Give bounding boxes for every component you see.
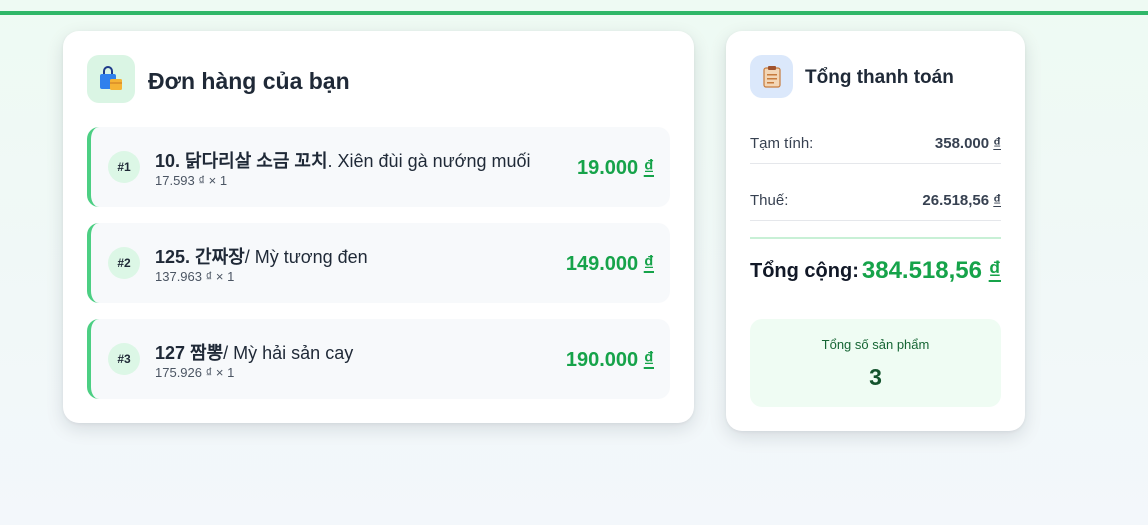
product-count-value: 3	[869, 364, 882, 390]
order-item[interactable]: #1 10. 닭다리살 소금 꼬치. Xiên đùi gà nướng muố…	[87, 127, 670, 207]
item-unit-price: 137.963 ₫ × 1	[155, 269, 235, 284]
divider	[750, 220, 1001, 221]
orders-title: Đơn hàng của bạn	[148, 68, 350, 94]
divider	[750, 163, 1001, 164]
top-accent-bar	[0, 11, 1148, 15]
item-price: 190.000 ₫	[565, 349, 654, 371]
item-index-badge: #3	[108, 343, 140, 375]
subtotal-value: 358.000 ₫	[934, 135, 1001, 152]
summary-title: Tổng thanh toán	[805, 67, 954, 88]
tax-value: 26.518,56 ₫	[922, 192, 1001, 209]
shopping-bag-icon	[87, 55, 135, 103]
item-index-badge: #1	[108, 151, 140, 183]
item-name: 125. 간짜장/ Mỳ tương đen	[155, 247, 368, 267]
item-name: 10. 닭다리살 소금 꼬치. Xiên đùi gà nướng muối	[155, 151, 531, 171]
orders-card: Đơn hàng của bạn #1 10. 닭다리살 소금 꼬치. Xiên…	[63, 31, 694, 423]
total-value: 384.518,56 ₫	[861, 257, 1001, 284]
clipboard-icon	[750, 55, 793, 98]
summary-card: Tổng thanh toán Tạm tính: 358.000 ₫ Thuế…	[726, 31, 1025, 431]
item-price: 149.000 ₫	[565, 253, 654, 275]
total-label: Tổng cộng:	[750, 260, 859, 282]
item-name: 127 짬뽕/ Mỳ hải sản cay	[155, 343, 354, 363]
subtotal-label: Tạm tính:	[750, 135, 814, 152]
product-count-label: Tổng số sản phẩm	[821, 337, 930, 352]
tax-label: Thuế:	[750, 192, 789, 209]
order-item[interactable]: #2 125. 간짜장/ Mỳ tương đen 137.963 ₫ × 1 …	[87, 223, 670, 303]
order-item[interactable]: #3 127 짬뽕/ Mỳ hải sản cay 175.926 ₫ × 1 …	[87, 319, 670, 399]
item-unit-price: 17.593 ₫ × 1	[155, 173, 228, 188]
product-count-box: Tổng số sản phẩm 3	[750, 319, 1001, 407]
item-unit-price: 175.926 ₫ × 1	[155, 365, 235, 380]
item-index-badge: #2	[108, 247, 140, 279]
item-price: 19.000 ₫	[577, 157, 654, 179]
total-divider	[750, 237, 1001, 239]
